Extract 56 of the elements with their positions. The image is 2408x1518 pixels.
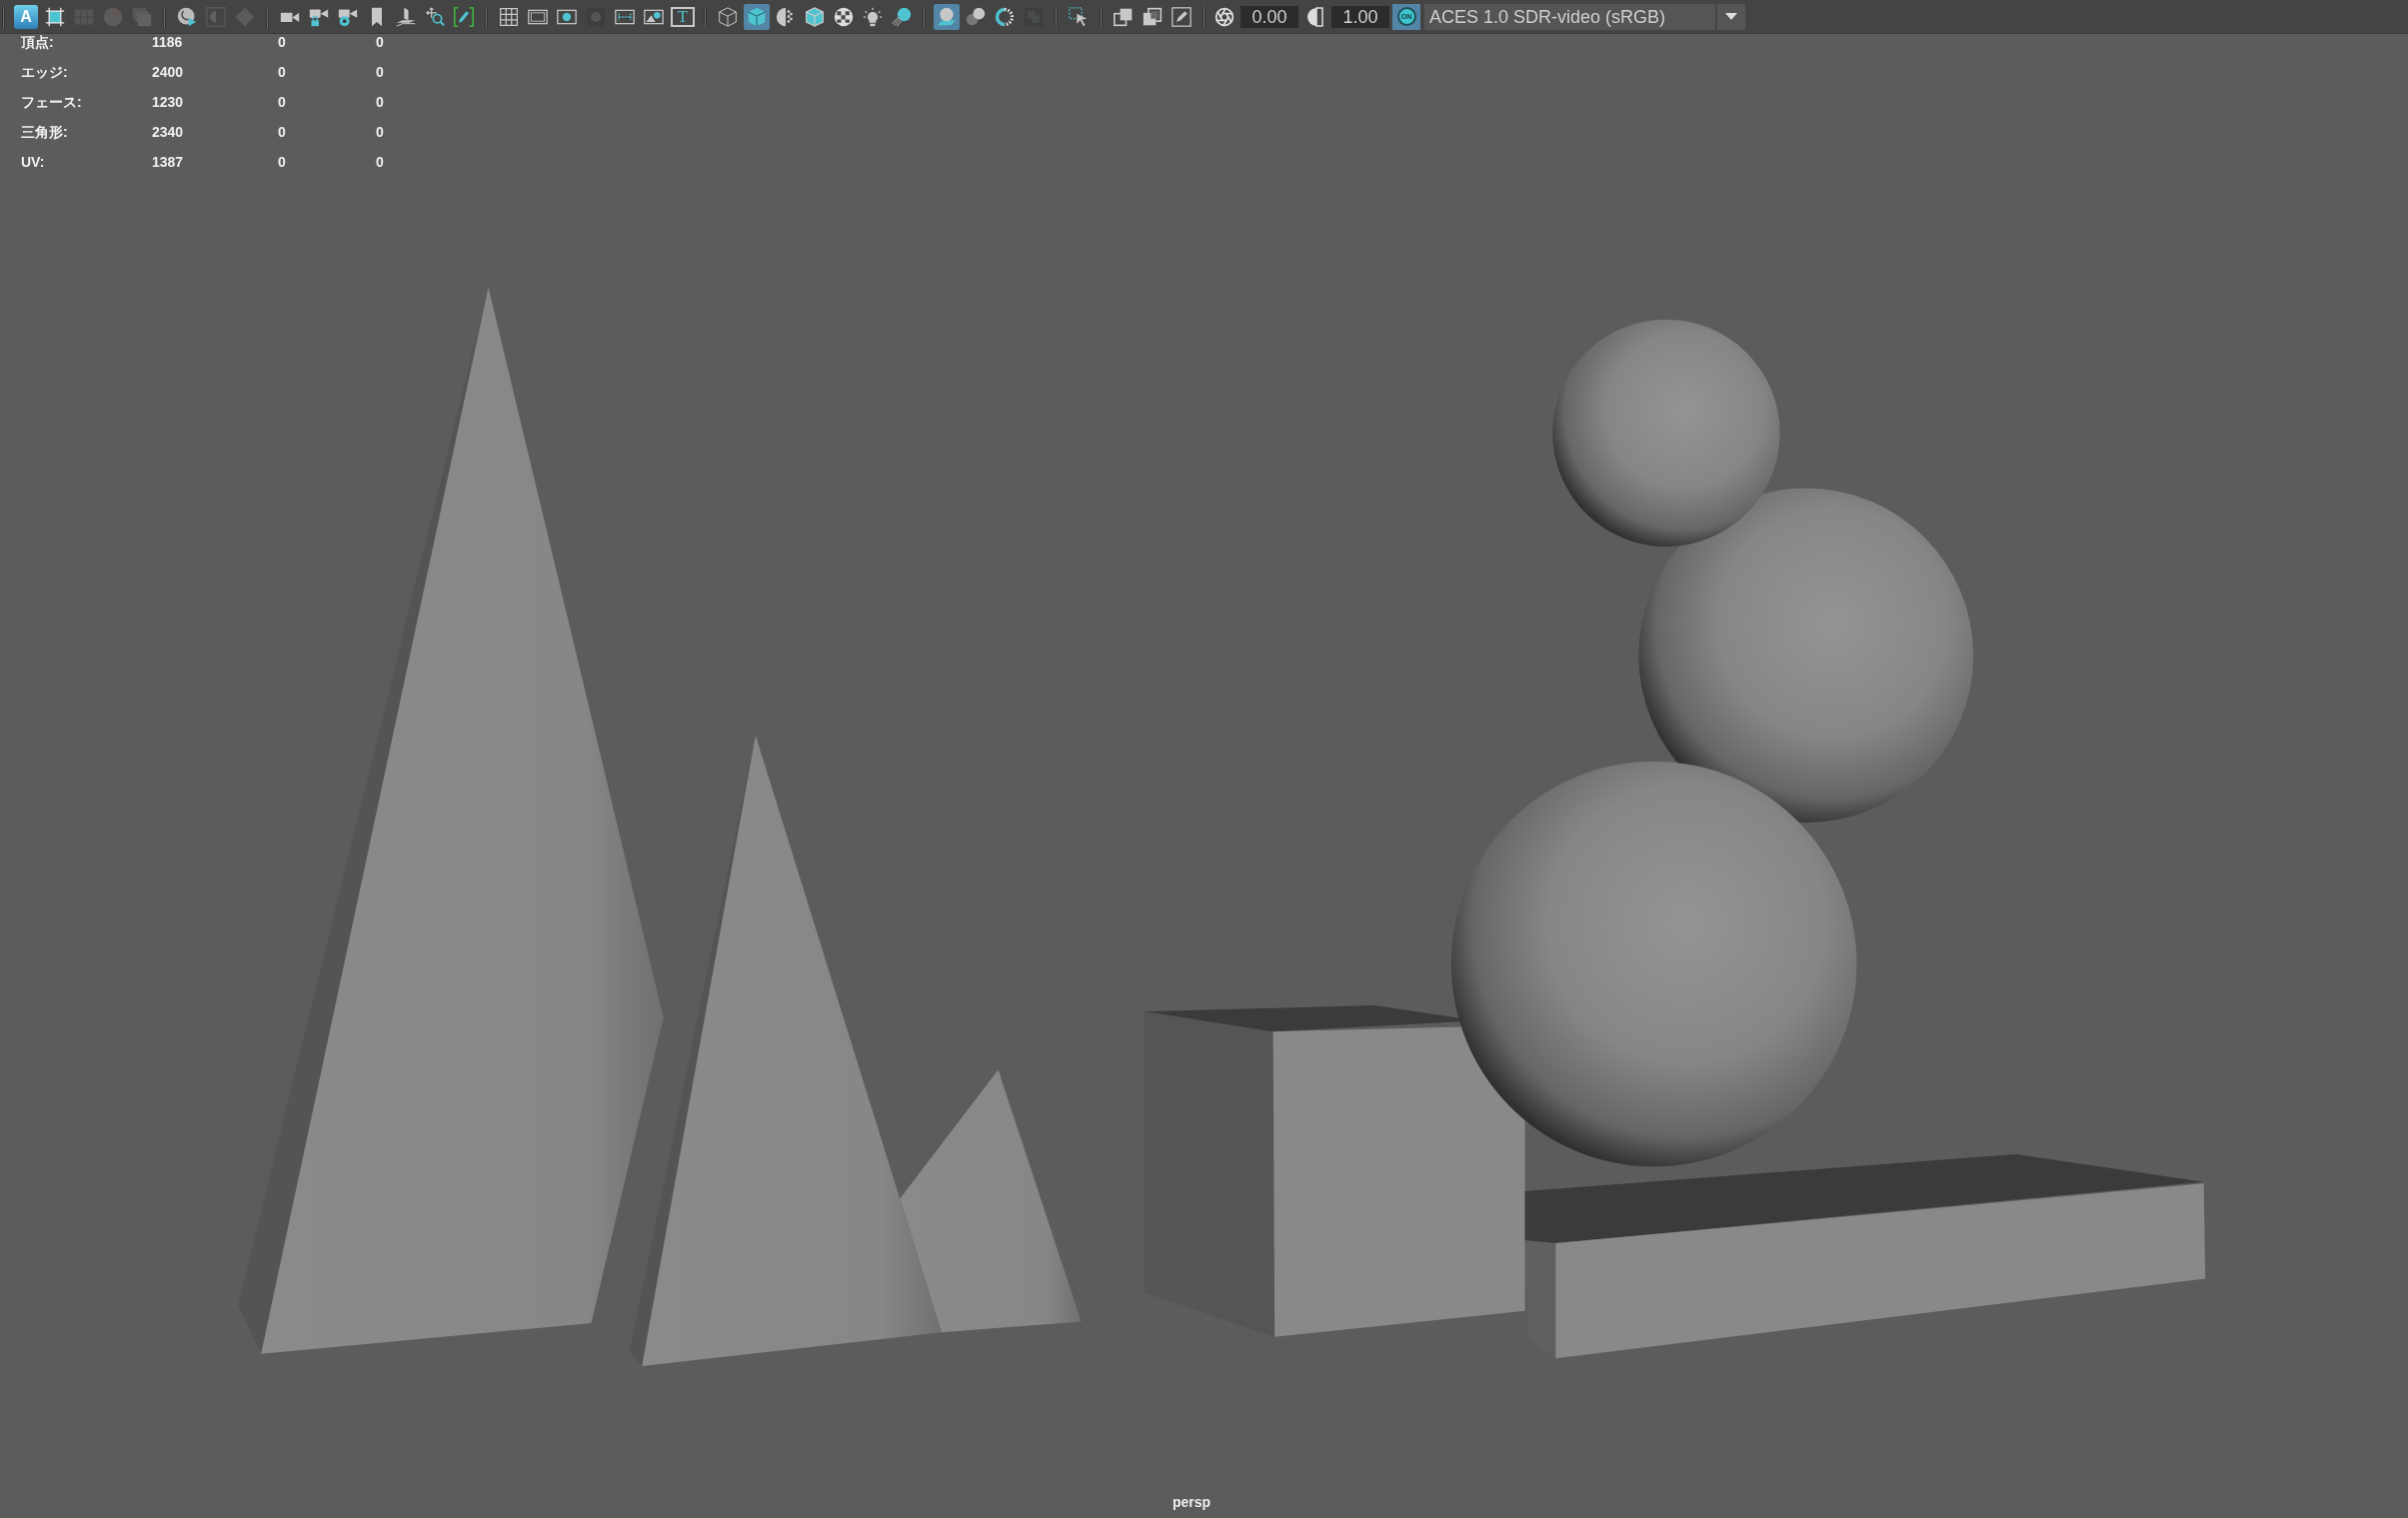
move-magnifier-icon: [425, 6, 445, 27]
stat-value: 1230: [152, 94, 185, 110]
stat-value: 0: [376, 124, 384, 140]
patterned-ball-icon: [834, 6, 854, 27]
caret-icon: [1725, 13, 1737, 20]
half-circle-box-icon: [206, 6, 226, 27]
view-transform-dropdown[interactable]: ACES 1.0 SDR-video (sRGB): [1424, 3, 1715, 30]
exposure-field[interactable]: 0.00: [1240, 5, 1298, 28]
cube-icon: [747, 6, 767, 27]
selection-cursor-icon: [1069, 6, 1089, 27]
stat-label: UV:: [21, 154, 46, 170]
half-sphere-icon: [776, 6, 796, 27]
stat-value: 1186: [152, 34, 184, 50]
shadow-sphere-icon: [892, 6, 912, 27]
cube-button[interactable]: [744, 3, 770, 30]
wireframe-shaded-cube-icon: [805, 6, 825, 27]
pen-square-icon: [1172, 6, 1192, 27]
stat-value: 0: [278, 94, 287, 110]
aperture-icon: [1214, 6, 1234, 27]
stat-value: 0: [376, 94, 384, 110]
stat-value: 0: [376, 154, 384, 170]
stat-value: 2340: [152, 124, 185, 140]
stat-value: 0: [376, 34, 384, 50]
stat-value: 0: [278, 64, 287, 80]
tilted-plane-icon: [396, 6, 416, 27]
lightbulb-icon: [863, 6, 883, 27]
stat-value: 0: [376, 64, 384, 80]
bracketed-pencil-icon: [454, 6, 474, 27]
image-stack-icon: [132, 6, 152, 27]
title-safe-button[interactable]: T: [671, 6, 695, 27]
gamma-button[interactable]: [1306, 5, 1324, 28]
dotted-ring-icon: [995, 6, 1015, 27]
sphere-icon: [103, 6, 123, 27]
gamma-field[interactable]: 1.00: [1331, 5, 1389, 28]
exposure-button[interactable]: [1213, 5, 1235, 28]
stat-value: 1387: [152, 154, 185, 170]
sphere-play-icon: [177, 6, 197, 27]
stat-value: 0: [278, 154, 287, 170]
stat-value: 0: [278, 34, 287, 50]
dropdown-caret-button[interactable]: [1717, 3, 1745, 30]
stat-value: 0: [278, 124, 287, 140]
wireframe-cube-icon: [718, 6, 738, 27]
stat-label: エッジ:: [21, 64, 69, 80]
stat-label: 頂点:: [21, 34, 55, 50]
stat-label: 三角形:: [21, 124, 69, 140]
crop-frame-icon: [45, 6, 65, 27]
nested-squares-icon: [1143, 6, 1163, 27]
contrast-icon: [1307, 6, 1323, 27]
camera-label: persp: [1172, 1494, 1211, 1510]
grid-icon: [499, 6, 519, 27]
overlap-squares-icon: [1114, 6, 1134, 27]
two-spheres-icon: [966, 6, 986, 27]
stat-label: フェース:: [21, 94, 83, 110]
sphere-on-plane-icon: [937, 6, 957, 27]
stat-value: 2400: [152, 64, 185, 80]
sphere-on-plane-button[interactable]: [934, 3, 960, 30]
